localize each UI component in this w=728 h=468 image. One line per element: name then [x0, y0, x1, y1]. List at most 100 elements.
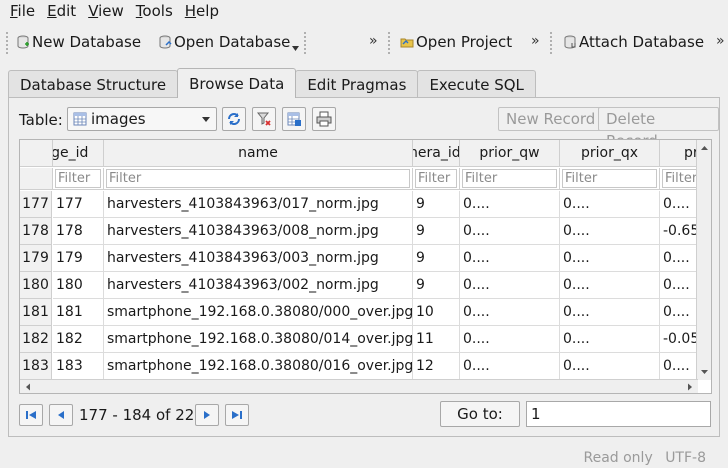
delete-record-button[interactable]: Delete Record [598, 107, 719, 150]
table-cell[interactable]: harvesters_4103843963/008_norm.jpg [104, 218, 413, 245]
table-cell[interactable]: 0.... [460, 245, 560, 272]
row-header[interactable]: 180 [20, 272, 52, 299]
table-cell[interactable]: 183 [53, 353, 104, 380]
goto-record-input[interactable]: 1 [526, 401, 711, 427]
table-cell[interactable]: 0.... [460, 191, 560, 218]
toolbar-grip-4[interactable] [550, 32, 554, 54]
vertical-scrollbar[interactable] [696, 140, 711, 380]
table-cell[interactable]: smartphone_192.168.0.38080/000_over.jpg [104, 299, 413, 326]
save-table-as-button[interactable] [282, 107, 306, 131]
filter-prior-qx-input[interactable]: Filter [562, 169, 657, 188]
new-database-button[interactable]: New Database [16, 30, 141, 54]
table-cell[interactable]: harvesters_4103843963/003_norm.jpg [104, 245, 413, 272]
filter-prior-qw-input[interactable]: Filter [462, 169, 557, 188]
filter-name-input[interactable]: Filter [106, 169, 410, 188]
table-cell[interactable]: 0.... [460, 326, 560, 353]
column-header-prior-qx[interactable]: prior_qx [560, 140, 660, 167]
table-cell[interactable]: harvesters_4103843963/002_norm.jpg [104, 272, 413, 299]
scroll-down-icon[interactable] [697, 366, 712, 378]
table-cell[interactable]: smartphone_192.168.0.38080/014_over.jpg [104, 326, 413, 353]
new-record-button[interactable]: New Record [498, 107, 604, 131]
column-header-name[interactable]: name [104, 140, 413, 167]
menu-tools[interactable]: Tools [130, 1, 179, 21]
tab-database-structure[interactable]: Database Structure [8, 70, 179, 98]
table-cell[interactable]: 181 [53, 299, 104, 326]
scroll-left-icon[interactable] [22, 380, 34, 394]
table-cell[interactable]: 0.... [560, 272, 660, 299]
dropdown-arrow-icon [292, 45, 299, 51]
toolbar-overflow-button-2[interactable]: » [531, 30, 539, 52]
column-header-prior-qw[interactable]: prior_qw [460, 140, 560, 167]
open-database-dropdown[interactable] [292, 36, 299, 60]
table-cell[interactable]: harvesters_4103843963/017_norm.jpg [104, 191, 413, 218]
goto-button[interactable]: Go to: [440, 401, 520, 427]
menu-view[interactable]: View [82, 1, 130, 21]
previous-page-button[interactable] [49, 404, 73, 426]
table-cell[interactable]: 10 [413, 299, 460, 326]
last-page-button[interactable] [225, 404, 249, 426]
column-header-camera-id[interactable]: camera_id [413, 140, 460, 167]
filter-cell: Filter [460, 168, 560, 190]
table-cell[interactable]: 0.... [560, 245, 660, 272]
table-cell[interactable]: 0.... [560, 299, 660, 326]
table-cell[interactable]: 179 [53, 245, 104, 272]
table-cell[interactable]: 178 [53, 218, 104, 245]
table-cell[interactable]: 0.... [560, 191, 660, 218]
tab-execute-sql[interactable]: Execute SQL [417, 70, 536, 98]
scroll-right-icon[interactable] [684, 380, 696, 394]
row-header[interactable]: 177 [20, 191, 52, 218]
tab-edit-pragmas[interactable]: Edit Pragmas [295, 70, 419, 98]
attach-database-button[interactable]: Attach Database [563, 30, 704, 54]
row-header[interactable]: 181 [20, 299, 52, 326]
tab-browse-data[interactable]: Browse Data [177, 68, 297, 98]
menu-help[interactable]: Help [179, 1, 225, 21]
refresh-button[interactable] [222, 107, 246, 131]
table-cell[interactable]: 177 [53, 191, 104, 218]
toolbar-overflow-button-3[interactable]: » [716, 30, 724, 52]
menu-edit[interactable]: Edit [41, 1, 82, 21]
refresh-icon [228, 113, 240, 125]
toolbar-grip-2[interactable] [304, 32, 308, 54]
table-cell[interactable]: 9 [413, 218, 460, 245]
table-cell[interactable]: 0.... [560, 353, 660, 380]
clear-filters-button[interactable] [252, 107, 276, 131]
table-selector[interactable]: images [67, 107, 217, 131]
chevron-down-icon [202, 117, 210, 122]
toolbar-grip[interactable] [6, 32, 10, 54]
grid-corner[interactable] [20, 140, 53, 167]
encoding-status: UTF-8 [665, 450, 706, 466]
table-cell[interactable]: 182 [53, 326, 104, 353]
print-button[interactable] [312, 107, 336, 131]
scroll-up-icon[interactable] [697, 142, 712, 154]
table-cell[interactable]: 0.... [460, 272, 560, 299]
table-cell[interactable]: 0.... [560, 326, 660, 353]
horizontal-scrollbar[interactable] [20, 379, 698, 393]
table-cell[interactable]: 9 [413, 245, 460, 272]
row-header[interactable]: 179 [20, 245, 52, 272]
filter-image-id-input[interactable]: Filter [55, 169, 101, 188]
table-cell[interactable]: 180 [53, 272, 104, 299]
open-project-button[interactable]: Open Project [400, 30, 512, 54]
status-bar: Read only UTF-8 [575, 450, 706, 466]
table-cell[interactable]: 9 [413, 191, 460, 218]
row-header[interactable]: 182 [20, 326, 52, 353]
table-cell[interactable]: 0.... [460, 353, 560, 380]
table-cell[interactable]: smartphone_192.168.0.38080/016_over.jpg [104, 353, 413, 380]
next-page-button[interactable] [195, 404, 219, 426]
toolbar-grip-3[interactable] [388, 32, 392, 54]
toolbar-overflow-button-1[interactable]: » [369, 30, 377, 52]
row-header[interactable]: 183 [20, 353, 52, 380]
row-header[interactable]: 178 [20, 218, 52, 245]
first-page-button[interactable] [19, 404, 43, 426]
table-cell[interactable]: 0.... [460, 218, 560, 245]
open-database-button[interactable]: Open Database [158, 30, 290, 54]
table-cell[interactable]: 12 [413, 353, 460, 380]
table-cell[interactable]: 0.... [560, 218, 660, 245]
table-cell[interactable]: 9 [413, 272, 460, 299]
table-cell[interactable]: 11 [413, 326, 460, 353]
previous-page-icon [58, 411, 64, 419]
column-header-image-id[interactable]: image_id [53, 140, 104, 167]
filter-camera-id-input[interactable]: Filter [415, 169, 457, 188]
table-cell[interactable]: 0.... [460, 299, 560, 326]
menu-file[interactable]: File [4, 1, 41, 21]
